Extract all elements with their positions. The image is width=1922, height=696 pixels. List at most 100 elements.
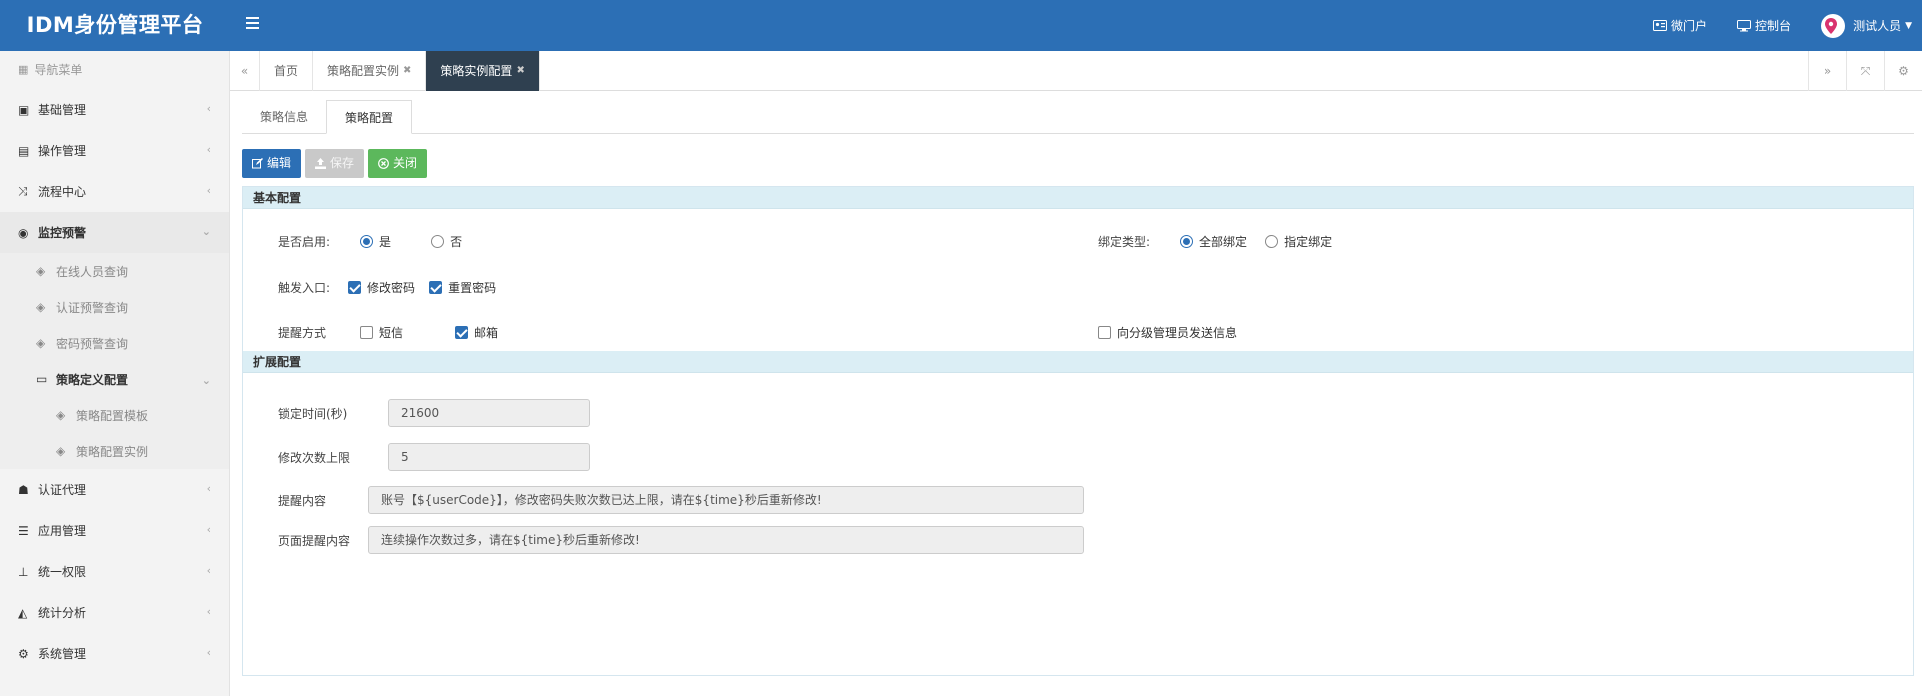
top-bar: IDM身份管理平台 微门户 控制台 测试人员 ▼ <box>0 0 1922 51</box>
cogs-icon: ⚙ <box>18 646 29 661</box>
tab-policy-info[interactable]: 策略信息 <box>242 100 326 134</box>
sidebar-item-system[interactable]: ⚙ 系统管理 ‹ <box>0 633 229 674</box>
trigger-label: 触发入口: <box>278 281 331 295</box>
sidebar-item-permissions[interactable]: ⊥ 统一权限 ‹ <box>0 551 229 592</box>
remind-admin-row: 向分级管理员发送信息 <box>1098 324 1237 341</box>
chevron-down-icon: ⌄ <box>201 374 211 387</box>
tab-bar: « 首页 策略配置实例 ✖ 策略实例配置 ✖ » ⤧ ⚙ <box>230 51 1922 91</box>
user-name: 测试人员 <box>1853 19 1902 33</box>
leaf-icon: ◈ <box>56 408 66 422</box>
chevron-left-icon: ‹ <box>206 143 211 156</box>
portal-label: 微门户 <box>1671 19 1708 33</box>
main-content: 策略信息 策略配置 编辑 保存 关闭 基本配置 是否启用: 是 否 绑定类型: … <box>242 100 1914 696</box>
top-nav: 微门户 控制台 测试人员 ▼ <box>1623 0 1912 51</box>
leaf-icon: ◈ <box>36 264 46 278</box>
edit-button[interactable]: 编辑 <box>242 148 302 178</box>
gear-icon[interactable]: ⚙ <box>1884 51 1922 91</box>
sidebar-item-policy-config[interactable]: ▭ 策略定义配置 ⌄ <box>0 361 229 397</box>
bind-specific-radio[interactable]: 指定绑定 <box>1265 233 1332 250</box>
remind-sms-checkbox[interactable]: 短信 <box>360 324 403 341</box>
limit-row: 修改次数上限 5 <box>278 443 590 471</box>
user-menu[interactable]: 测试人员 ▼ <box>1821 13 1912 38</box>
chevron-left-icon: ‹ <box>206 184 211 197</box>
chevron-left-icon: ‹ <box>206 605 211 618</box>
caret-down-icon: ▼ <box>1905 20 1912 31</box>
bind-row: 绑定类型: 全部绑定 指定绑定 <box>1098 233 1332 250</box>
enable-yes-radio[interactable]: 是 <box>360 233 391 250</box>
id-card-icon: ▣ <box>18 102 30 117</box>
trigger-row: 触发入口: 修改密码 重置密码 <box>278 279 496 296</box>
random-icon: ⤨ <box>18 184 28 198</box>
close-button[interactable]: 关闭 <box>368 148 428 178</box>
menu-toggle-icon[interactable] <box>246 17 259 29</box>
fullscreen-icon[interactable]: ⤧ <box>1846 51 1884 91</box>
remind-label: 提醒方式 <box>278 326 327 340</box>
console-link[interactable]: 控制台 <box>1737 17 1791 34</box>
enable-no-radio[interactable]: 否 <box>431 233 462 250</box>
scroll-left-icon[interactable]: « <box>230 51 260 91</box>
bind-all-radio[interactable]: 全部绑定 <box>1180 233 1247 250</box>
chevron-left-icon: ‹ <box>206 646 211 659</box>
enable-label: 是否启用: <box>278 235 331 249</box>
id-card-icon <box>1653 20 1668 31</box>
bind-label: 绑定类型: <box>1098 235 1151 249</box>
chevron-left-icon: ‹ <box>206 523 211 536</box>
tab-policy-instance-list[interactable]: 策略配置实例 ✖ <box>313 51 427 91</box>
section-basic-title: 基本配置 <box>243 187 1913 209</box>
sidebar-item-monitor[interactable]: ◉ 监控预警 ⌄ <box>0 212 229 253</box>
sidebar-item-online-users[interactable]: ◈ 在线人员查询 <box>0 253 229 289</box>
folder-icon: ▭ <box>36 372 48 386</box>
message-input[interactable]: 账号【${userCode}】，修改密码失败次数已达上限，请在${time}秒后… <box>368 486 1084 514</box>
page-message-input[interactable]: 连续操作次数过多，请在${time}秒后重新修改! <box>368 526 1084 554</box>
page-message-row: 页面提醒内容 连续操作次数过多，请在${time}秒后重新修改! <box>278 526 1084 554</box>
trigger-reset-checkbox[interactable]: 重置密码 <box>429 279 496 296</box>
app-title: IDM身份管理平台 <box>26 13 204 37</box>
tab-policy-instance-config[interactable]: 策略实例配置 ✖ <box>426 51 540 91</box>
sidebar-item-policy-instance[interactable]: ◈ 策略配置实例 <box>0 433 229 469</box>
sidebar: ▦ 导航菜单 ▣ 基础管理 ‹ ▤ 操作管理 ‹ ⤨ 流程中心 ‹ ◉ 监控预警… <box>0 51 230 696</box>
leaf-icon: ◈ <box>36 336 46 350</box>
sidebar-item-policy-template[interactable]: ◈ 策略配置模板 <box>0 397 229 433</box>
remind-row: 提醒方式 短信 邮箱 <box>278 324 498 341</box>
save-button[interactable]: 保存 <box>305 148 365 178</box>
portal-link[interactable]: 微门户 <box>1653 17 1707 34</box>
tab-policy-config[interactable]: 策略配置 <box>326 100 413 134</box>
lock-label: 锁定时间(秒) <box>278 406 348 421</box>
tab-home[interactable]: 首页 <box>260 51 314 91</box>
scroll-right-icon[interactable]: » <box>1808 51 1846 91</box>
sidebar-item-auth-alert[interactable]: ◈ 认证预警查询 <box>0 289 229 325</box>
chevron-down-icon: ⌄ <box>201 225 211 238</box>
sitemap-icon: ⊥ <box>18 564 29 579</box>
grid-icon: ▦ <box>18 63 29 76</box>
sidebar-item-basic[interactable]: ▣ 基础管理 ‹ <box>0 89 229 130</box>
chevron-left-icon: ‹ <box>206 564 211 577</box>
page-message-label: 页面提醒内容 <box>278 533 351 548</box>
users-icon: ☗ <box>18 482 29 497</box>
sidebar-item-stats[interactable]: ◭ 统计分析 ‹ <box>0 592 229 633</box>
close-icon[interactable]: ✖ <box>516 51 524 91</box>
lock-row: 锁定时间(秒) 21600 <box>278 399 590 427</box>
close-icon[interactable]: ✖ <box>403 51 411 91</box>
limit-input[interactable]: 5 <box>388 443 590 471</box>
sidebar-header: ▦ 导航菜单 <box>0 51 229 89</box>
eye-icon: ◉ <box>18 225 29 240</box>
chevron-left-icon: ‹ <box>206 482 211 495</box>
edit-icon <box>252 157 263 168</box>
leaf-icon: ◈ <box>36 300 46 314</box>
sidebar-item-password-alert[interactable]: ◈ 密码预警查询 <box>0 325 229 361</box>
sidebar-item-workflow[interactable]: ⤨ 流程中心 ‹ <box>0 171 229 212</box>
close-circle-icon <box>378 157 389 169</box>
trigger-change-checkbox[interactable]: 修改密码 <box>348 279 415 296</box>
enable-row: 是否启用: 是 否 <box>278 233 462 250</box>
book-icon: ▤ <box>18 143 30 158</box>
config-panel: 基本配置 是否启用: 是 否 绑定类型: 全部绑定 指定绑定 触发入口: 修改密… <box>242 186 1914 676</box>
sidebar-item-auth-proxy[interactable]: ☗ 认证代理 ‹ <box>0 469 229 510</box>
remind-mail-checkbox[interactable]: 邮箱 <box>455 324 498 341</box>
sidebar-item-operation[interactable]: ▤ 操作管理 ‹ <box>0 130 229 171</box>
remind-admin-checkbox[interactable]: 向分级管理员发送信息 <box>1098 324 1237 341</box>
area-chart-icon: ◭ <box>18 605 28 620</box>
lock-time-input[interactable]: 21600 <box>388 399 590 427</box>
sidebar-item-apps[interactable]: ☰ 应用管理 ‹ <box>0 510 229 551</box>
upload-icon <box>315 157 327 169</box>
location-pin-icon <box>1825 17 1838 34</box>
